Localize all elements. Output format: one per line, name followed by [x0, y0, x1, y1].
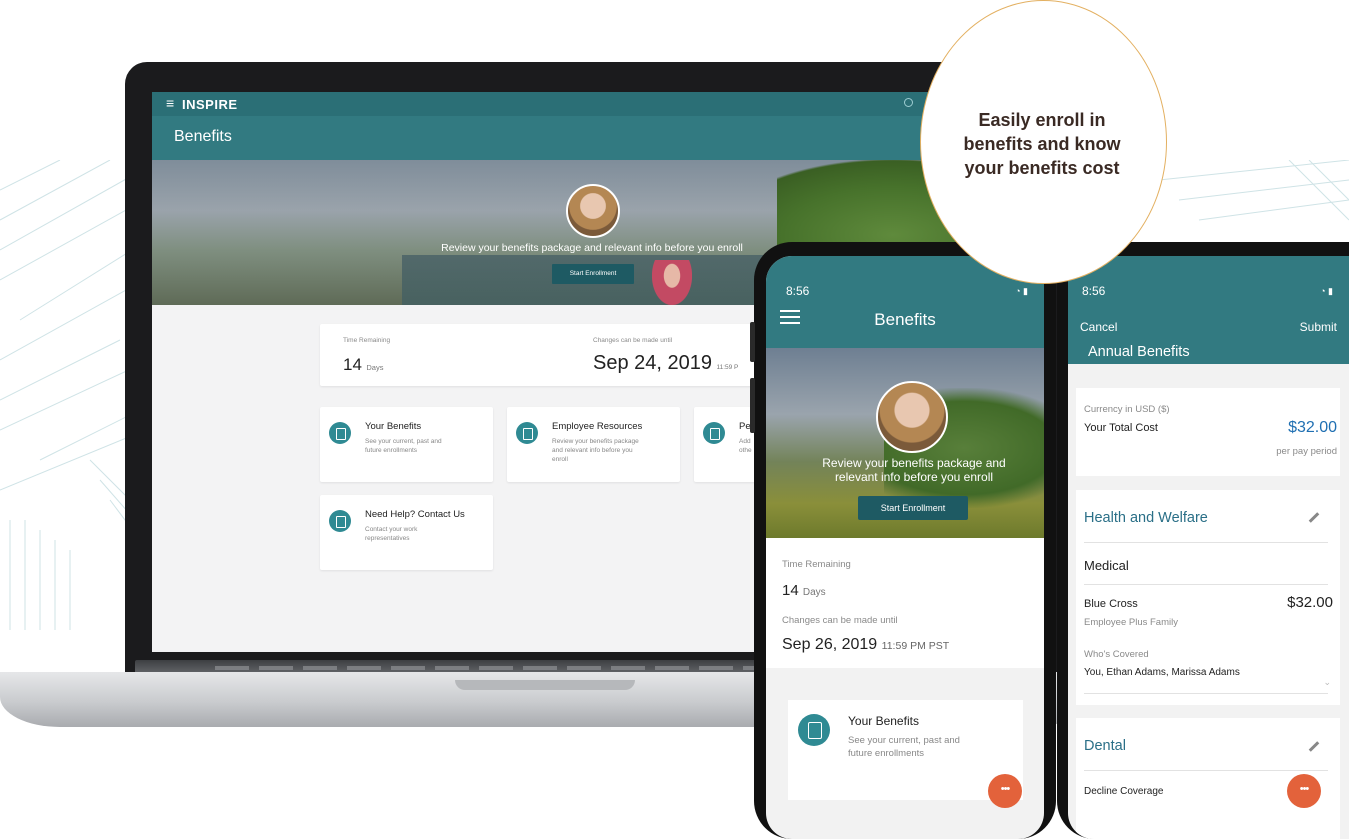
- page-title: Benefits: [174, 128, 232, 145]
- benefits-card-icon: [798, 714, 830, 746]
- coverage-type: Medical: [1084, 558, 1129, 573]
- tile-desc-line: Review your benefits package: [552, 438, 639, 445]
- divider: [1084, 770, 1328, 771]
- status-clock: 8:56: [1082, 284, 1106, 298]
- plan-tier: Employee Plus Family: [1084, 617, 1178, 628]
- hero-text: Review your benefits package and relevan…: [784, 456, 1044, 484]
- phone-side-button: [750, 378, 755, 433]
- tile-title: Your Benefits: [365, 421, 422, 432]
- laptop-title-bar: [152, 116, 1047, 160]
- avatar: [566, 184, 620, 238]
- phone-screen-benefits: 8:56 ◔ ▮ Benefits Review your benefits p…: [766, 256, 1044, 839]
- divider: [1084, 542, 1328, 543]
- total-cost-value: $32.00: [1288, 419, 1337, 436]
- callout-line: Easily enroll in: [978, 110, 1106, 130]
- changes-label: Changes can be made until: [782, 615, 898, 626]
- tile-contact-us[interactable]: Need Help? Contact Us Contact your work …: [320, 495, 493, 570]
- days-remaining: 14 Days: [782, 582, 826, 599]
- tile-desc-line: and relevant info before you: [552, 447, 633, 454]
- start-enrollment-button[interactable]: Start Enrollment: [552, 264, 634, 284]
- whos-covered-label: Who's Covered: [1084, 649, 1149, 660]
- cancel-button[interactable]: Cancel: [1080, 320, 1117, 334]
- app-logo: INSPIRE: [182, 97, 238, 112]
- total-cost-label: Your Total Cost: [1084, 422, 1158, 434]
- wifi-battery-icon: ◔ ▮: [1320, 286, 1333, 296]
- phone-screen-annual-benefits: 8:56 ◔ ▮ Cancel Submit Annual Benefits C…: [1068, 256, 1349, 839]
- enrollment-summary-card: Time Remaining 14 Days Changes can be ma…: [320, 324, 770, 386]
- tile-desc-line: Add: [739, 438, 751, 445]
- days-value: 14: [782, 582, 799, 599]
- currency-label: Currency in USD ($): [1084, 404, 1170, 415]
- tile-desc-line: See your current, past and: [848, 735, 960, 746]
- tile-desc-line: See your current, past and: [365, 438, 442, 445]
- days-unit: Days: [366, 363, 384, 372]
- tile-desc-line: representatives: [365, 535, 410, 542]
- start-enrollment-button[interactable]: Start Enrollment: [858, 496, 968, 520]
- deadline-date: Sep 26, 2019: [782, 636, 878, 653]
- tile-desc-line: othe: [739, 447, 752, 454]
- help-icon: [329, 510, 351, 532]
- days-unit: Days: [802, 587, 826, 598]
- people-icon: [703, 422, 725, 444]
- callout-text: Easily enroll in benefits and know your …: [952, 108, 1132, 180]
- days-value: 14: [343, 355, 362, 374]
- tile-desc-line: Contact your work: [365, 526, 418, 533]
- time-remaining-label: Time Remaining: [782, 559, 851, 570]
- callout-line: your benefits cost: [964, 158, 1120, 178]
- phone-side-button: [750, 322, 755, 362]
- tile-desc-line: future enrollments: [848, 748, 925, 759]
- decline-coverage: Decline Coverage: [1084, 786, 1164, 797]
- time-remaining-label: Time Remaining: [343, 337, 391, 344]
- callout-line: benefits and know: [963, 134, 1121, 154]
- benefits-card-icon: [329, 422, 351, 444]
- hero-text-line: Review your benefits package and: [822, 456, 1006, 470]
- divider: [1084, 693, 1328, 694]
- tile-title: Your Benefits: [848, 714, 919, 728]
- tile-title: Employee Resources: [552, 421, 643, 432]
- changes-label: Changes can be made until: [593, 337, 673, 344]
- page-title: Annual Benefits: [1088, 344, 1190, 360]
- whos-covered-value: You, Ethan Adams, Marissa Adams: [1084, 667, 1240, 678]
- tile-title: Need Help? Contact Us: [365, 509, 465, 520]
- tile-desc: See your current, past and future enroll…: [848, 734, 998, 760]
- per-pay-period: per pay period: [1276, 446, 1337, 457]
- section-heading: Health and Welfare: [1084, 510, 1208, 526]
- chevron-down-icon[interactable]: ⌄: [1323, 677, 1331, 688]
- chat-icon[interactable]: [1287, 774, 1321, 808]
- search-icon[interactable]: [904, 98, 913, 107]
- section-heading: Dental: [1084, 738, 1126, 754]
- plan-price: $32.00: [1287, 594, 1333, 611]
- wifi-battery-icon: ◔ ▮: [1015, 286, 1028, 296]
- submit-button[interactable]: Submit: [1300, 320, 1337, 334]
- tile-desc-line: enroll: [552, 456, 568, 463]
- tile-title: Pe: [739, 421, 751, 432]
- deadline-date: Sep 24, 2019: [593, 352, 712, 374]
- deadline-time: 11:59 PM PST: [881, 640, 950, 652]
- tile-employee-resources[interactable]: Employee Resources Review your benefits …: [507, 407, 680, 482]
- page-title: Benefits: [874, 310, 936, 329]
- chat-icon[interactable]: [988, 774, 1022, 808]
- laptop-top-bar: ≡ INSPIRE: [152, 92, 1047, 116]
- tile-your-benefits[interactable]: Your Benefits See your current, past and…: [320, 407, 493, 482]
- hero-text: Review your benefits package and relevan…: [441, 242, 743, 254]
- hero-text-line: relevant info before you enroll: [834, 470, 994, 484]
- plan-name: Blue Cross: [1084, 598, 1138, 610]
- tile-desc-line: future enrollments: [365, 447, 418, 454]
- deadline-time: 11:59 P: [716, 364, 739, 371]
- deadline: Sep 26, 2019 11:59 PM PST: [782, 636, 949, 654]
- document-icon: [516, 422, 538, 444]
- hamburger-menu-icon[interactable]: ≡: [166, 95, 174, 111]
- avatar: [876, 381, 948, 453]
- divider: [1084, 584, 1328, 585]
- status-clock: 8:56: [786, 284, 810, 298]
